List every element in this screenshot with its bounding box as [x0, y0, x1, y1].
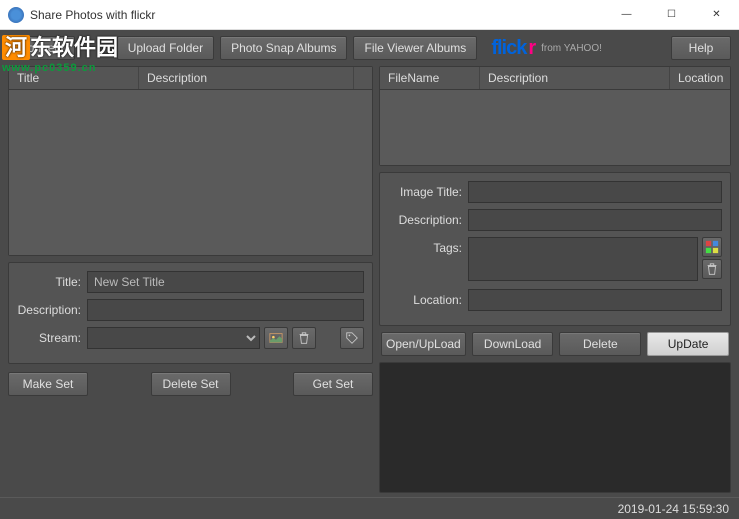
delete-set-button[interactable]: Delete Set: [151, 372, 231, 396]
set-list-header: Title Description: [9, 67, 372, 90]
set-list-body[interactable]: [9, 90, 372, 255]
col-file-description[interactable]: Description: [480, 67, 670, 89]
maximize-button[interactable]: ☐: [649, 0, 694, 29]
description-input[interactable]: [87, 299, 364, 321]
row-location: Location:: [388, 289, 722, 311]
file-list-body[interactable]: [380, 90, 730, 165]
col-location[interactable]: Location: [670, 67, 730, 89]
left-pane: Title Description Title: Description: St…: [8, 66, 373, 493]
row-description: Description:: [17, 299, 364, 321]
minimize-button[interactable]: —: [604, 0, 649, 29]
row-image-title: Image Title:: [388, 181, 722, 203]
window-title: Share Photos with flickr: [30, 8, 604, 22]
description-label: Description:: [17, 303, 87, 317]
tags-input[interactable]: [468, 237, 698, 281]
row-title: Title:: [17, 271, 364, 293]
photo-icon: [269, 331, 283, 345]
download-button[interactable]: DownLoad: [472, 332, 554, 356]
tags-label: Tags:: [388, 237, 468, 255]
title-label: Title:: [17, 275, 87, 289]
row-stream: Stream:: [17, 327, 364, 349]
stream-label: Stream:: [17, 331, 87, 345]
content-area: Title Description Title: Description: St…: [0, 66, 739, 497]
set-form-panel: Title: Description: Stream:: [8, 262, 373, 364]
app-icon: [8, 7, 24, 23]
row-image-description: Description:: [388, 209, 722, 231]
make-set-button[interactable]: Make Set: [8, 372, 88, 396]
col-filename[interactable]: FileName: [380, 67, 480, 89]
file-list-table: FileName Description Location: [379, 66, 731, 166]
tag-icon: [345, 331, 359, 345]
row-tags: Tags:: [388, 237, 722, 281]
trash-icon: [705, 262, 719, 276]
open-upload-button[interactable]: Open/UpLoad: [381, 332, 466, 356]
image-description-input[interactable]: [468, 209, 722, 231]
update-button[interactable]: UpDate: [647, 332, 729, 356]
title-input[interactable]: [87, 271, 364, 293]
right-pane: FileName Description Location Image Titl…: [379, 66, 731, 493]
stream-delete-icon-button[interactable]: [292, 327, 316, 349]
upload-folder-button[interactable]: Upload Folder: [117, 36, 214, 60]
trash-icon: [297, 331, 311, 345]
status-bar: 2019-01-24 15:59:30: [0, 497, 739, 519]
col-description[interactable]: Description: [139, 67, 354, 89]
help-button[interactable]: Help: [671, 36, 731, 60]
set-list-table: Title Description: [8, 66, 373, 256]
location-input[interactable]: [468, 289, 722, 311]
close-button[interactable]: ✕: [694, 0, 739, 29]
color-grid-icon: [705, 240, 719, 254]
tag-color-icon-button[interactable]: [702, 237, 722, 257]
app-body: 河河东软件园东软件园 www.pc0359.cn Connect Upload …: [0, 30, 739, 519]
stream-select[interactable]: [87, 327, 260, 349]
file-viewer-albums-button[interactable]: File Viewer Albums: [353, 36, 477, 60]
window-controls: — ☐ ✕: [604, 0, 739, 29]
photo-snap-albums-button[interactable]: Photo Snap Albums: [220, 36, 347, 60]
image-form-panel: Image Title: Description: Tags:: [379, 172, 731, 326]
image-preview-area: [379, 362, 731, 493]
stream-tag-icon-button[interactable]: [340, 327, 364, 349]
col-spacer: [354, 67, 372, 89]
status-timestamp: 2019-01-24 15:59:30: [618, 502, 729, 516]
flickr-text-blue: flick: [491, 37, 526, 60]
flickr-yahoo-text: from YAHOO!: [541, 43, 602, 54]
tag-side-buttons: [702, 237, 722, 279]
connect-button[interactable]: Connect: [8, 36, 75, 60]
stream-photo-icon-button[interactable]: [264, 327, 288, 349]
image-description-label: Description:: [388, 213, 468, 227]
set-buttons-row: Make Set Delete Set Get Set: [8, 370, 373, 396]
flickr-text-pink: r: [528, 37, 535, 60]
window-titlebar: Share Photos with flickr — ☐ ✕: [0, 0, 739, 30]
location-label: Location:: [388, 293, 468, 307]
flickr-logo: flickr from YAHOO!: [491, 37, 602, 60]
file-list-header: FileName Description Location: [380, 67, 730, 90]
image-title-input[interactable]: [468, 181, 722, 203]
col-title[interactable]: Title: [9, 67, 139, 89]
image-title-label: Image Title:: [388, 185, 468, 199]
delete-button[interactable]: Delete: [559, 332, 641, 356]
tag-delete-icon-button[interactable]: [702, 259, 722, 279]
image-actions-row: Open/UpLoad DownLoad Delete UpDate: [379, 332, 731, 356]
main-toolbar: Connect Upload Folder Photo Snap Albums …: [0, 30, 739, 66]
get-set-button[interactable]: Get Set: [293, 372, 373, 396]
